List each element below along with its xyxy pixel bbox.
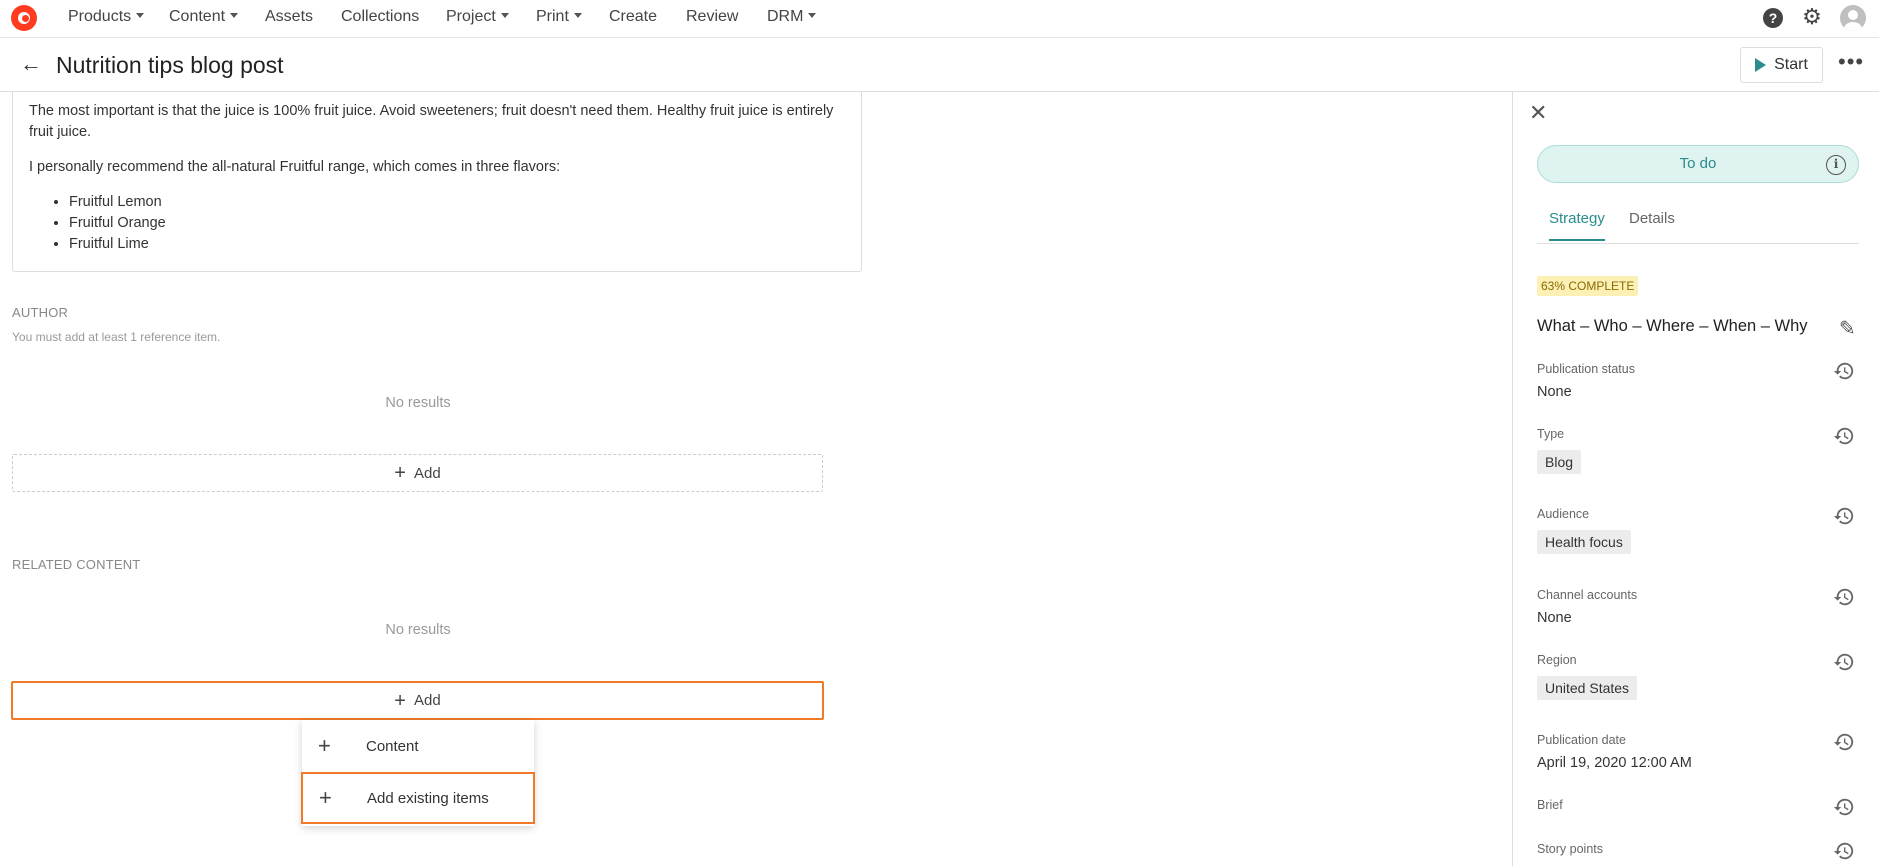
nav-project[interactable]: Project	[446, 8, 509, 26]
app-logo-icon[interactable]	[11, 5, 37, 31]
gear-icon[interactable]: ⚙	[1802, 6, 1822, 28]
region-chip: United States	[1537, 676, 1638, 700]
list-item: Fruitful Lemon	[69, 192, 166, 213]
chevron-down-icon	[230, 13, 239, 18]
status-badge[interactable]: To do i	[1537, 145, 1859, 183]
nav-assets-label: Assets	[265, 8, 314, 25]
nav-create-label: Create	[609, 8, 658, 25]
completion-badge: 63% COMPLETE	[1537, 276, 1639, 296]
help-icon[interactable]: ?	[1763, 8, 1783, 28]
nav-print[interactable]: Print	[536, 8, 582, 26]
page-title: Nutrition tips blog post	[56, 52, 284, 78]
nav-products-label: Products	[68, 8, 132, 25]
nav-print-label: Print	[536, 8, 569, 25]
related-no-results: No results	[385, 622, 451, 638]
top-navigation-bar: Products Content Assets Collections Proj…	[0, 0, 1879, 38]
play-icon	[1755, 58, 1767, 72]
type-chip: Blog	[1537, 450, 1582, 474]
publication-status-label: Publication status	[1537, 362, 1635, 376]
history-icon[interactable]	[1833, 586, 1855, 608]
history-icon[interactable]	[1833, 840, 1855, 862]
menu-item-add-existing-items[interactable]: + Add existing items	[301, 772, 535, 824]
tab-strategy[interactable]: Strategy	[1549, 210, 1605, 241]
history-icon[interactable]	[1833, 651, 1855, 673]
nav-review[interactable]: Review	[686, 8, 738, 26]
page-header: ← Nutrition tips blog post Start •••	[0, 38, 1879, 92]
history-icon[interactable]	[1833, 796, 1855, 818]
nav-project-label: Project	[446, 8, 496, 25]
plus-icon: +	[394, 462, 406, 484]
region-label: Region	[1537, 653, 1577, 667]
back-arrow-icon[interactable]: ←	[20, 52, 42, 76]
author-no-results: No results	[385, 395, 451, 411]
edit-pencil-icon[interactable]: ✎	[1839, 316, 1856, 341]
channel-accounts-value: None	[1537, 610, 1572, 626]
more-options-icon[interactable]: •••	[1838, 51, 1864, 73]
body-paragraph-1: The most important is that the juice is …	[29, 103, 834, 140]
audience-chip: Health focus	[1537, 530, 1631, 554]
plus-icon: +	[318, 733, 331, 758]
menu-item-content[interactable]: + Content	[302, 720, 534, 772]
author-add-label: Add	[413, 464, 441, 482]
nav-content-label: Content	[169, 8, 226, 25]
nav-create[interactable]: Create	[609, 8, 657, 26]
nav-review-label: Review	[686, 8, 739, 25]
tab-details[interactable]: Details	[1629, 210, 1675, 239]
type-label: Type	[1537, 427, 1565, 441]
plus-icon: +	[394, 689, 406, 712]
chevron-down-icon	[808, 13, 817, 18]
status-label: To do	[1679, 155, 1717, 172]
start-button[interactable]: Start	[1740, 47, 1823, 83]
nav-collections-label: Collections	[341, 8, 420, 25]
history-icon[interactable]	[1833, 425, 1855, 447]
audience-label: Audience	[1537, 507, 1590, 521]
panel-tabs: Strategy Details	[1537, 210, 1859, 244]
chevron-down-icon	[573, 13, 582, 18]
start-button-label: Start	[1774, 56, 1808, 73]
related-add-label: Add	[413, 692, 441, 709]
channel-accounts-label: Channel accounts	[1537, 588, 1638, 602]
body-paragraph-2: I personally recommend the all-natural F…	[29, 159, 561, 175]
list-item: Fruitful Lime	[69, 234, 166, 255]
avatar[interactable]	[1840, 5, 1866, 31]
plus-icon: +	[319, 785, 332, 810]
close-icon[interactable]: ✕	[1529, 102, 1547, 124]
chevron-down-icon	[500, 13, 509, 18]
nav-products[interactable]: Products	[68, 8, 145, 26]
related-add-button[interactable]: + Add	[11, 681, 824, 720]
publication-date-label: Publication date	[1537, 733, 1626, 747]
author-section-label: AUTHOR	[12, 305, 69, 320]
publication-status-value: None	[1537, 384, 1572, 400]
author-helper-text: You must add at least 1 reference item.	[12, 330, 221, 344]
info-icon[interactable]: i	[1826, 155, 1846, 175]
story-points-label: Story points	[1537, 842, 1604, 856]
menu-item-label: Add existing items	[367, 789, 489, 807]
nav-drm-label: DRM	[767, 8, 804, 25]
history-icon[interactable]	[1833, 360, 1855, 382]
flavor-list: Fruitful Lemon Fruitful Orange Fruitful …	[69, 192, 166, 255]
nav-drm[interactable]: DRM	[767, 8, 817, 26]
chevron-down-icon	[136, 13, 145, 18]
menu-item-label: Content	[366, 737, 419, 755]
nav-collections[interactable]: Collections	[341, 8, 419, 26]
author-add-button[interactable]: + Add	[12, 454, 823, 492]
list-item: Fruitful Orange	[69, 213, 166, 234]
brief-label: Brief	[1537, 798, 1563, 812]
related-content-section-label: RELATED CONTENT	[12, 557, 141, 572]
publication-date-value: April 19, 2020 12:00 AM	[1537, 755, 1692, 771]
add-dropdown-menu: + Content + Add existing items	[301, 720, 535, 826]
history-icon[interactable]	[1833, 505, 1855, 527]
history-icon[interactable]	[1833, 731, 1855, 753]
strategy-side-panel: ✕ To do i Strategy Details 63% COMPLETE …	[1512, 92, 1879, 866]
nav-assets[interactable]: Assets	[265, 8, 313, 26]
strategy-title: What – Who – Where – When – Why	[1537, 317, 1808, 335]
nav-content[interactable]: Content	[169, 8, 239, 26]
